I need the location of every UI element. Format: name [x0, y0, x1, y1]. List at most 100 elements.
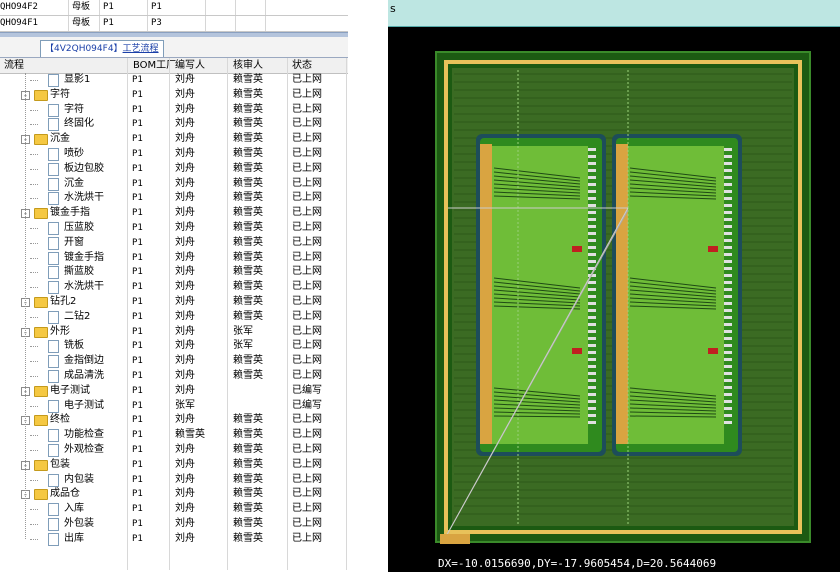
status: 已上网	[292, 162, 322, 174]
bom-plant: P1	[132, 474, 143, 485]
writer: 刘舟	[175, 251, 195, 263]
reviewer: 赖雪英	[233, 281, 263, 293]
step-name: 沉金	[50, 133, 70, 145]
document-icon	[48, 236, 59, 250]
tree-step-row[interactable]: 字符 P1 刘舟 赖雪英 已上网	[0, 103, 348, 118]
tree-folder-row[interactable]: - 终检 P1 刘舟 赖雪英 已上网	[0, 413, 348, 428]
tree-step-row[interactable]: 显影1 P1 刘舟 赖雪英 已上网	[0, 73, 348, 88]
tree-step-row[interactable]: 终固化 P1 刘舟 赖雪英 已上网	[0, 117, 348, 132]
tree-folder-row[interactable]: - 成品仓 P1 刘舟 赖雪英 已上网	[0, 487, 348, 502]
tree-step-row[interactable]: 内包装 P1 刘舟 赖雪英 已上网	[0, 473, 348, 488]
status: 已上网	[292, 266, 322, 278]
tree-step-row[interactable]: 金指倒边 P1 刘舟 赖雪英 已上网	[0, 354, 348, 369]
part-row-2[interactable]: QHO94F1 母板 P1 P3	[0, 16, 348, 32]
reviewer: 赖雪英	[233, 443, 263, 455]
tree-step-row[interactable]: 镀金手指 P1 刘舟 赖雪英 已上网	[0, 251, 348, 266]
step-name: 成品清洗	[64, 369, 104, 381]
tree-folder-row[interactable]: - 外形 P1 刘舟 张军 已上网	[0, 325, 348, 340]
tree-folder-row[interactable]: - 字符 P1 刘舟 赖雪英 已上网	[0, 88, 348, 103]
gold-fingers-0	[480, 144, 492, 444]
status: 已上网	[292, 74, 322, 85]
tree-step-row[interactable]: 入库 P1 刘舟 赖雪英 已上网	[0, 502, 348, 517]
folder-icon	[34, 296, 48, 308]
status: 已上网	[292, 118, 322, 130]
reviewer: 赖雪英	[233, 414, 263, 426]
document-icon	[48, 399, 59, 413]
tree-step-row[interactable]: 水洗烘干 P1 刘舟 赖雪英 已上网	[0, 280, 348, 295]
bom-plant: P1	[132, 163, 143, 174]
reviewer: 赖雪英	[233, 295, 263, 307]
tab-process-flow[interactable]: 【4V2QH094F4】工艺流程	[40, 40, 164, 57]
status: 已上网	[292, 251, 322, 263]
step-name: 成品仓	[50, 488, 80, 500]
tree-step-row[interactable]: 压蓝胶 P1 刘舟 赖雪英 已上网	[0, 221, 348, 236]
tree-step-row[interactable]: 电子测试 P1 张军 已编写	[0, 399, 348, 414]
reviewer: 赖雪英	[233, 310, 263, 322]
tree-step-row[interactable]: 成品清洗 P1 刘舟 赖雪英 已上网	[0, 369, 348, 384]
writer: 刘舟	[175, 369, 195, 381]
tree-step-row[interactable]: 开窗 P1 刘舟 赖雪英 已上网	[0, 236, 348, 251]
gold-fingers-1	[616, 144, 628, 444]
tree-folder-row[interactable]: - 沉金 P1 刘舟 赖雪英 已上网	[0, 132, 348, 147]
document-icon	[48, 473, 59, 487]
writer: 刘舟	[175, 443, 195, 455]
tree-step-row[interactable]: 板边包胶 P1 刘舟 赖雪英 已上网	[0, 162, 348, 177]
step-name: 水洗烘干	[64, 281, 104, 293]
bom-plant: P1	[132, 148, 143, 159]
tree-step-row[interactable]: 水洗烘干 P1 刘舟 赖雪英 已上网	[0, 191, 348, 206]
tree-folder-row[interactable]: - 镀金手指 P1 刘舟 赖雪英 已上网	[0, 206, 348, 221]
tree-step-row[interactable]: 外包装 P1 刘舟 赖雪英 已上网	[0, 517, 348, 532]
bom-plant: P1	[132, 370, 143, 381]
part-type: 母板	[72, 18, 91, 28]
part-row-1[interactable]: QHO94F2 母板 P1 P1	[0, 0, 348, 16]
tree-step-row[interactable]: 外观检查 P1 刘舟 赖雪英 已上网	[0, 443, 348, 458]
bom-plant: P1	[132, 104, 143, 115]
tree-step-row[interactable]: 喷砂 P1 刘舟 赖雪英 已上网	[0, 147, 348, 162]
bom-plant: P1	[132, 119, 143, 130]
writer: 刘舟	[175, 414, 195, 426]
status: 已上网	[292, 488, 322, 500]
col-header-status[interactable]: 状态	[292, 58, 312, 73]
tree-step-row[interactable]: 沉金 P1 刘舟 赖雪英 已上网	[0, 177, 348, 192]
bom-plant: P1	[132, 415, 143, 426]
status: 已上网	[292, 147, 322, 159]
step-name: 电子测试	[50, 384, 90, 396]
bom-plant: P1	[132, 311, 143, 322]
bom-plant: P1	[132, 533, 143, 544]
writer: 刘舟	[175, 517, 195, 529]
folder-icon	[34, 489, 48, 501]
tree-step-row[interactable]: 出库 P1 刘舟 赖雪英 已上网	[0, 532, 348, 547]
reviewer: 赖雪英	[233, 74, 263, 85]
cam-viewer[interactable]: s DX=-10.0156690,DY=-17.9605454,D=20.564…	[388, 0, 840, 572]
reviewer: 赖雪英	[233, 488, 263, 500]
writer: 刘舟	[175, 88, 195, 100]
tree-step-row[interactable]: 功能检查 P1 赖雪英 赖雪英 已上网	[0, 428, 348, 443]
writer: 刘舟	[175, 133, 195, 145]
tree-folder-row[interactable]: - 包装 P1 刘舟 赖雪英 已上网	[0, 458, 348, 473]
folder-icon	[34, 326, 48, 338]
pcb-canvas[interactable]	[388, 0, 840, 572]
tab-code: 【4V2QH094F4】	[45, 44, 123, 54]
reviewer: 赖雪英	[233, 118, 263, 130]
document-icon	[48, 355, 59, 369]
bom-plant: P1	[132, 89, 143, 100]
tree-folder-row[interactable]: - 钻孔2 P1 刘舟 赖雪英 已上网	[0, 295, 348, 310]
part-plant: P1	[103, 18, 114, 28]
step-name: 板边包胶	[64, 162, 104, 174]
step-name: 终检	[50, 414, 70, 426]
tree-step-row[interactable]: 二钻2 P1 刘舟 赖雪英 已上网	[0, 310, 348, 325]
col-header-reviewer[interactable]: 核审人	[233, 58, 263, 73]
tree-step-row[interactable]: 撕蓝胶 P1 刘舟 赖雪英 已上网	[0, 265, 348, 280]
part-seq: P1	[151, 2, 162, 12]
col-header-writer[interactable]: 编写人	[175, 58, 205, 73]
document-icon	[48, 281, 59, 295]
part-plant: P1	[103, 2, 114, 12]
bom-plant: P1	[132, 193, 143, 204]
status: 已编写	[292, 384, 322, 396]
reviewer: 赖雪英	[233, 103, 263, 115]
col-header-process[interactable]: 流程	[4, 58, 24, 73]
tree-folder-row[interactable]: - 电子测试 P1 刘舟 已编写	[0, 384, 348, 399]
reviewer: 赖雪英	[233, 236, 263, 248]
tree-step-row[interactable]: 铣板 P1 刘舟 张军 已上网	[0, 339, 348, 354]
reviewer: 赖雪英	[233, 251, 263, 263]
